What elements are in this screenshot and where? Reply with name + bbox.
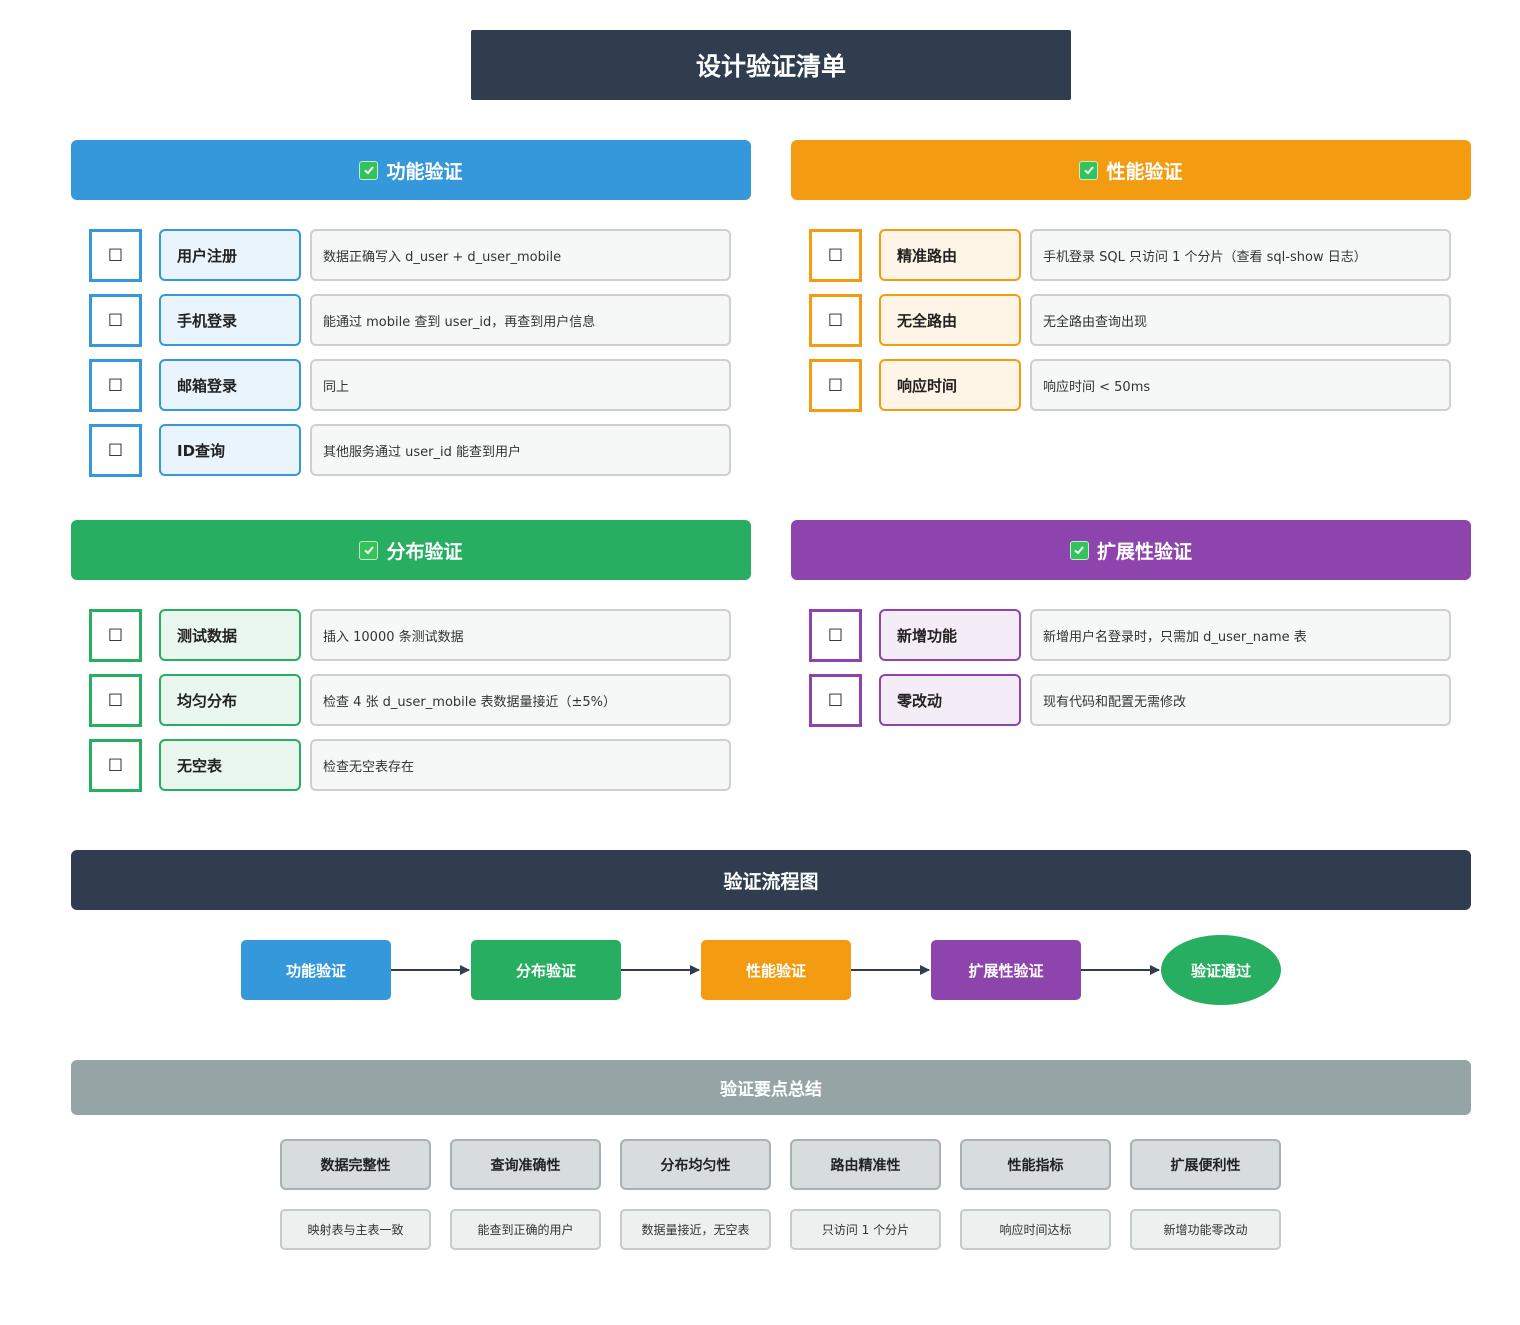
flow-node-performance: 性能验证 xyxy=(701,940,851,1000)
summary-desc: 只访问 1 个分片 xyxy=(790,1209,941,1250)
summary-point: 数据完整性 xyxy=(280,1139,431,1190)
summary-desc: 响应时间达标 xyxy=(960,1209,1111,1250)
flow-node-distribution: 分布验证 xyxy=(471,940,621,1000)
summary-header: 验证要点总结 xyxy=(71,1060,1471,1115)
summary-point: 分布均匀性 xyxy=(620,1139,771,1190)
summary-desc: 映射表与主表一致 xyxy=(280,1209,431,1250)
flow-arrows xyxy=(391,965,1160,975)
summary-desc: 能查到正确的用户 xyxy=(450,1209,601,1250)
flow-node-extensibility: 扩展性验证 xyxy=(931,940,1081,1000)
flow-node-passed: 验证通过 xyxy=(1161,935,1281,1005)
summary-desc: 数据量接近，无空表 xyxy=(620,1209,771,1250)
summary-point: 扩展便利性 xyxy=(1130,1139,1281,1190)
summary-point: 性能指标 xyxy=(960,1139,1111,1190)
summary-desc: 新增功能零改动 xyxy=(1130,1209,1281,1250)
summary-point: 路由精准性 xyxy=(790,1139,941,1190)
flow-node-functional: 功能验证 xyxy=(241,940,391,1000)
summary-point: 查询准确性 xyxy=(450,1139,601,1190)
